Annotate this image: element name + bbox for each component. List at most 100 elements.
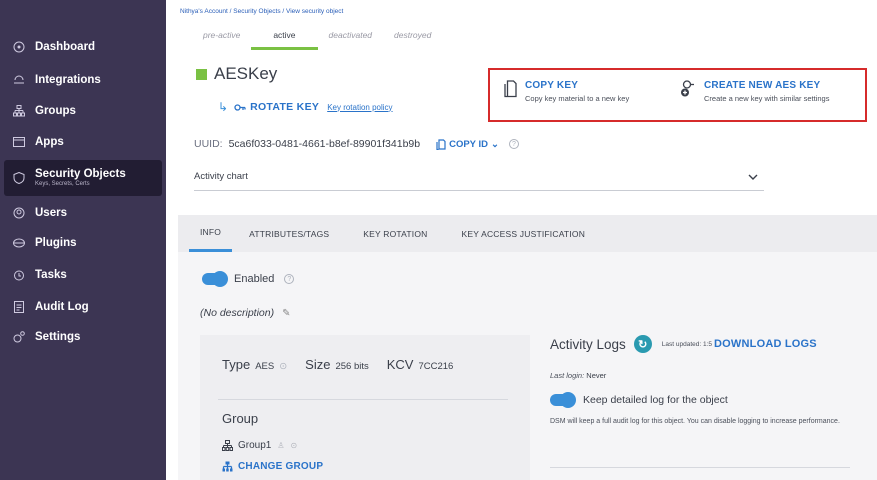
size-key: Size (305, 357, 331, 372)
rotate-key-label: ROTATE KEY (250, 101, 320, 113)
refresh-icon[interactable]: ↻ (633, 335, 652, 353)
lifecycle-tab-active[interactable]: active (251, 30, 318, 50)
rotate-key-button[interactable]: ROTATE KEY (234, 101, 319, 113)
rotate-row: ↳ ROTATE KEY Key rotation policy (218, 100, 393, 114)
activity-chart-dropdown[interactable]: Activity chart (194, 163, 764, 191)
key-info-card: Type AES ⊙ Size 256 bits KCV 7CC216 Grou… (200, 335, 530, 480)
corner-arrow-icon: ↳ (218, 100, 229, 114)
sidebar-item-users[interactable]: Users (0, 199, 166, 227)
key-rotation-policy-link[interactable]: Key rotation policy (327, 103, 392, 112)
detail-tabs: INFO ATTRIBUTES/TAGS KEY ROTATION KEY AC… (178, 215, 877, 252)
sidebar-item-label: Settings (35, 331, 81, 343)
audit-log-icon (12, 300, 26, 314)
copy-icon (436, 138, 446, 150)
enabled-toggle[interactable] (202, 271, 228, 287)
size-value: 256 bits (335, 361, 369, 372)
sidebar-item-label: Integrations (35, 74, 101, 86)
copy-id-label: COPY ID (449, 138, 488, 150)
change-group-icon (222, 461, 233, 472)
uuid-value: 5ca6f033-0481-4661-b8ef-89901f341b9b (228, 138, 421, 150)
sidebar-item-dashboard[interactable]: Dashboard (0, 33, 166, 61)
main-content: Nithya's Account / Security Objects / Vi… (166, 0, 877, 480)
apps-icon (12, 135, 26, 149)
users-icon (12, 206, 26, 220)
enabled-row: Enabled ? (202, 271, 295, 287)
last-login: Last login: Never (550, 371, 870, 380)
sidebar-item-plugins[interactable]: Plugins (0, 229, 166, 257)
groups-icon (222, 440, 233, 451)
group-item[interactable]: Group1 ♙ ⊙ (222, 440, 297, 451)
lifecycle-tabs: pre-active active deactivated destroyed (192, 30, 442, 50)
enabled-label: Enabled (234, 273, 275, 285)
sidebar-item-label: Tasks (35, 269, 67, 281)
sidebar-item-label: Audit Log (35, 301, 89, 313)
detail-panel: INFO ATTRIBUTES/TAGS KEY ROTATION KEY AC… (178, 215, 877, 480)
sidebar-item-label: Users (35, 207, 67, 219)
keep-log-label: Keep detailed log for the object (583, 394, 728, 406)
lifecycle-tab-pre-active[interactable]: pre-active (192, 30, 251, 50)
uuid-label: UUID: (194, 138, 223, 150)
logging-note: DSM will keep a full audit log for this … (550, 418, 840, 425)
pencil-icon[interactable]: ✎ (282, 308, 290, 319)
keep-log-row: Keep detailed log for the object (550, 392, 870, 408)
sidebar-item-integrations[interactable]: Integrations (0, 66, 166, 94)
key-properties: Type AES ⊙ Size 256 bits KCV 7CC216 (222, 357, 453, 372)
type-value: AES (255, 361, 275, 372)
sidebar-item-security-objects[interactable]: Security Objects Keys, Secrets, Certs (4, 160, 162, 196)
last-login-value: Never (586, 371, 607, 380)
create-new-aes-key-button[interactable]: CREATE NEW AES KEY Create a new key with… (680, 80, 829, 103)
help-icon[interactable]: ? (284, 274, 295, 284)
sidebar-item-label: Dashboard (35, 41, 96, 53)
rotate-key-icon (234, 103, 246, 111)
create-aes-key-title: CREATE NEW AES KEY (704, 80, 821, 91)
tasks-icon (12, 268, 26, 282)
sidebar-item-settings[interactable]: Settings (0, 323, 166, 351)
change-group-label: CHANGE GROUP (238, 461, 324, 472)
plugins-icon (12, 236, 26, 250)
activity-logs-header: Activity Logs ↻ Last updated: 1:5 DOWNLO… (550, 335, 870, 353)
sidebar: Dashboard Integrations Groups Apps Secur… (0, 0, 166, 480)
groups-icon (12, 104, 26, 118)
sidebar-item-label: Plugins (35, 237, 77, 249)
new-key-icon (681, 80, 694, 97)
chevron-down-icon: ⌄ (490, 138, 499, 150)
status-square-icon (196, 68, 207, 80)
help-icon[interactable]: ? (508, 139, 519, 149)
key-name: AESKey (214, 64, 278, 83)
sidebar-item-groups[interactable]: Groups (0, 97, 166, 125)
sidebar-item-apps[interactable]: Apps (0, 128, 166, 156)
copy-document-icon (504, 80, 517, 98)
sidebar-item-sublabel: Keys, Secrets, Certs (35, 181, 90, 187)
sidebar-item-tasks[interactable]: Tasks (0, 261, 166, 289)
download-logs-button[interactable]: DOWNLOAD LOGS (714, 338, 817, 350)
change-group-button[interactable]: CHANGE GROUP (222, 461, 323, 472)
integrations-icon (12, 73, 26, 87)
key-actions-highlight: COPY KEY Copy key material to a new key … (488, 68, 867, 122)
type-key: Type (222, 357, 251, 372)
divider (550, 467, 850, 468)
activity-chart-label: Activity chart (194, 171, 248, 182)
tab-info[interactable]: INFO (189, 215, 233, 252)
keep-log-toggle[interactable] (550, 392, 576, 408)
group-title: Group (222, 411, 259, 426)
shield-icon (12, 171, 26, 185)
tab-key-access-justification[interactable]: KEY ACCESS JUSTIFICATION (451, 215, 597, 252)
sidebar-item-label: Groups (35, 105, 76, 117)
tab-attributes-tags[interactable]: ATTRIBUTES/TAGS (238, 215, 340, 252)
sidebar-item-label: Security Objects (35, 168, 126, 180)
info-circle-icon: ⊙ (290, 441, 298, 450)
lifecycle-tab-deactivated[interactable]: deactivated (318, 30, 383, 50)
tab-key-rotation[interactable]: KEY ROTATION (352, 215, 438, 252)
settings-icon (12, 330, 26, 344)
copy-key-button[interactable]: COPY KEY Copy key material to a new key (504, 80, 629, 103)
lifecycle-tab-destroyed[interactable]: destroyed (383, 30, 442, 50)
last-login-label: Last login: (550, 371, 585, 380)
sidebar-item-audit-log[interactable]: Audit Log (0, 293, 166, 321)
breadcrumb[interactable]: Nithya's Account / Security Objects / Vi… (180, 8, 343, 15)
last-updated: Last updated: 1:5 (661, 340, 713, 348)
create-aes-key-desc: Create a new key with similar settings (704, 94, 830, 103)
people-icon: ♙ (277, 441, 285, 450)
copy-key-desc: Copy key material to a new key (525, 94, 630, 103)
copy-id-button[interactable]: COPY ID ⌄ (436, 139, 499, 150)
info-circle-icon: ⊙ (279, 361, 288, 372)
